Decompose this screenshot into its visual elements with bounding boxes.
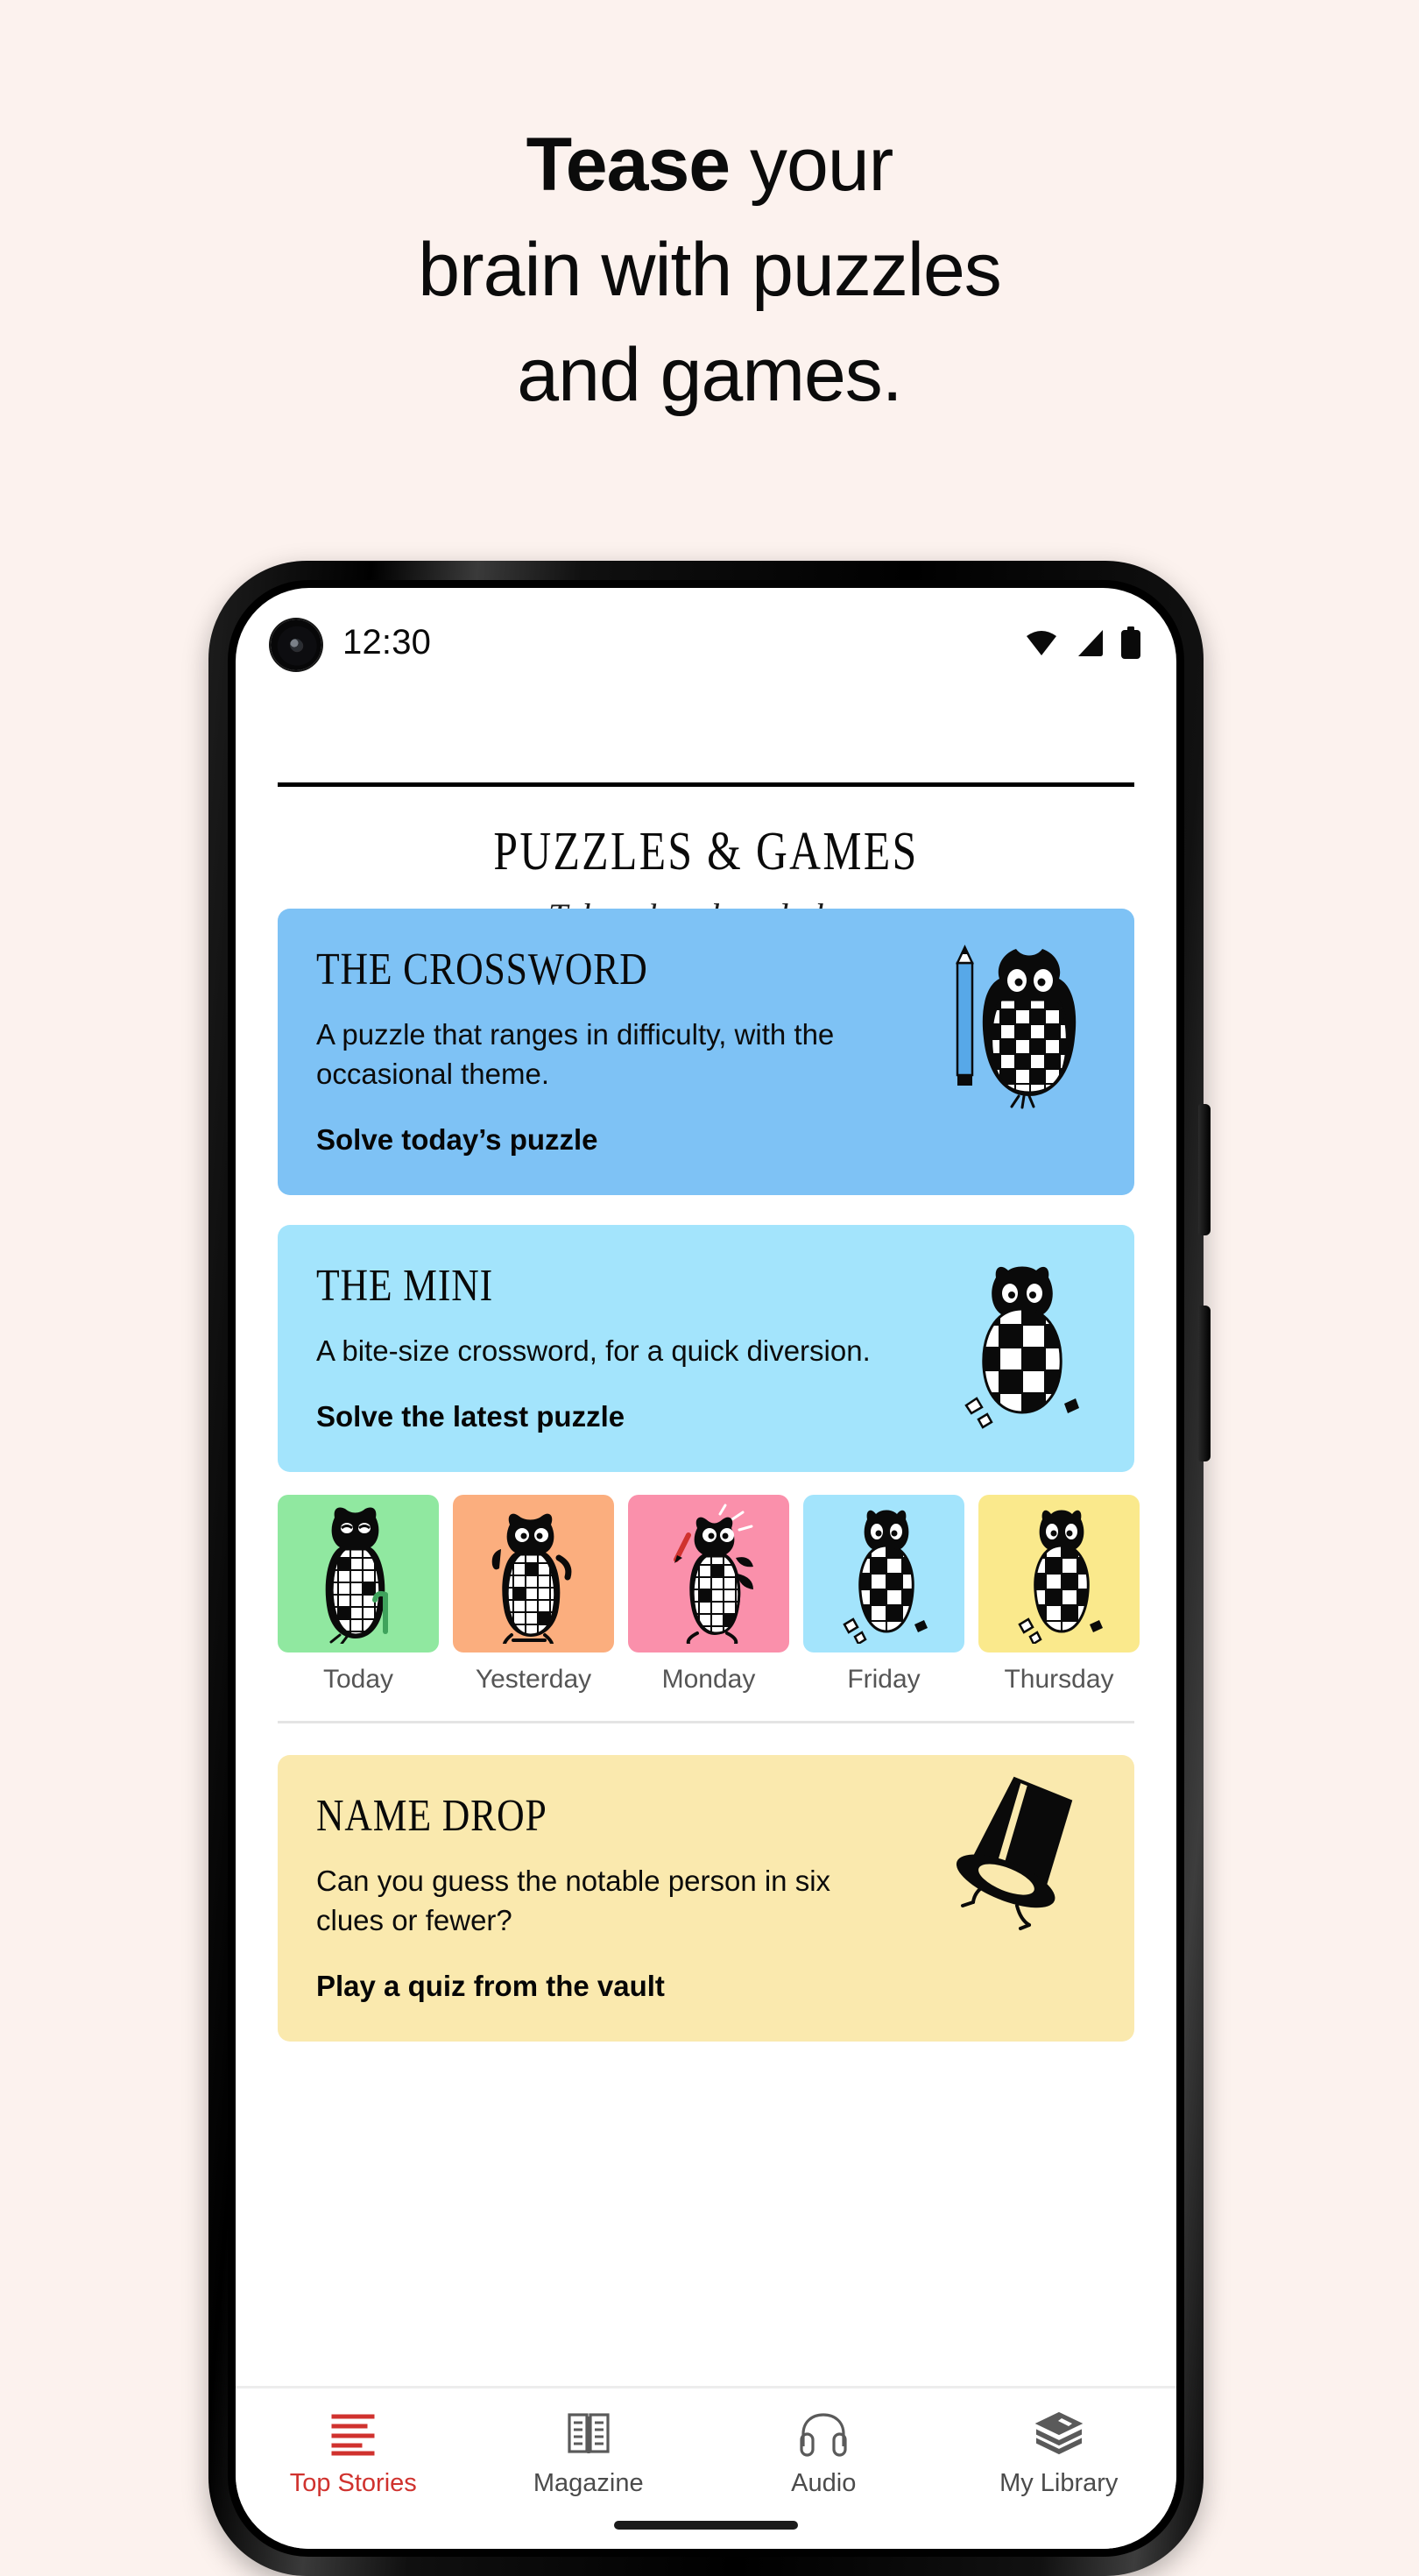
card-crossword-description: A puzzle that ranges in difficulty, with… [316,1018,835,1090]
owl-egg-icon [1018,1510,1103,1644]
masthead-rule [278,782,1134,787]
phone-bezel: 12:30 PUZZLES & GAMES THE CROSSWORD A pu… [228,580,1184,2557]
card-mini-description: A bite-size crossword, for a quick diver… [316,1334,871,1367]
archive-thumb-monday[interactable] [628,1495,789,1652]
hero-headline: Tease your brain with puzzles and games. [0,112,1419,428]
nav-label-audio: Audio [791,2469,857,2497]
archive-thumb-friday[interactable] [803,1495,964,1652]
page-title: PUZZLES & GAMES [493,822,919,881]
top-hat-icon [956,1776,1073,1930]
archive-item-monday[interactable]: Monday [628,1495,789,1695]
puzzle-archive-row: Today Yesterday Monday Friday Thursday [278,1495,1140,1695]
puzzles-content: THE CROSSWORD A puzzle that ranges in di… [236,909,1176,2042]
battery-icon [1121,626,1140,659]
hero-line-1: Tease your [0,112,1419,217]
hero-line-1-rest: your [730,123,893,207]
archive-item-friday[interactable]: Friday [803,1495,964,1695]
archive-item-yesterday[interactable]: Yesterday [453,1495,614,1695]
card-namedrop-cta[interactable]: Play a quiz from the vault [316,1970,1096,2003]
status-bar-icons [1024,626,1141,660]
nav-label-magazine: Magazine [533,2469,644,2497]
phone-device-frame: 12:30 PUZZLES & GAMES THE CROSSWORD A pu… [208,561,1211,2576]
card-namedrop[interactable]: NAME DROP Can you guess the notable pers… [278,1755,1134,2042]
nav-item-my-library[interactable]: My Library [942,2411,1177,2498]
archive-label-thursday: Thursday [1004,1665,1114,1694]
nav-label-my-library: My Library [999,2469,1119,2497]
nav-item-audio[interactable]: Audio [706,2411,942,2498]
card-crossword[interactable]: THE CROSSWORD A puzzle that ranges in di… [278,909,1134,1195]
owl-running-icon [491,1513,572,1644]
card-mini-title: THE MINI [316,1261,494,1311]
hero-line-2: brain with puzzles [418,228,1002,312]
owl-with-pencil-icon [956,945,1077,1109]
status-bar-clock: 12:30 [342,623,432,662]
books-stack-icon [1034,2411,1084,2455]
headphones-icon [800,2413,847,2457]
phone-screen: 12:30 PUZZLES & GAMES THE CROSSWORD A pu… [236,588,1176,2549]
book-icon [568,2413,610,2453]
nav-label-top-stories: Top Stories [289,2469,417,2497]
archive-item-today[interactable]: Today [278,1495,439,1695]
hero-word-bold: Tease [526,123,731,207]
archive-thumb-yesterday[interactable] [453,1495,614,1652]
status-bar: 12:30 [236,588,1176,702]
archive-label-yesterday: Yesterday [475,1665,592,1694]
home-indicator[interactable] [614,2521,798,2530]
nav-item-magazine[interactable]: Magazine [471,2411,707,2498]
card-namedrop-title: NAME DROP [316,1791,547,1841]
card-mini[interactable]: THE MINI A bite-size crossword, for a qu… [278,1225,1134,1472]
bottom-navigation-bar: Top Stories Magazine Audio My Library [236,2386,1176,2549]
front-camera-icon [271,619,321,670]
archive-thumb-today[interactable] [278,1495,439,1652]
owl-pencil-icon [674,1504,753,1644]
volume-button[interactable] [1198,1104,1211,1235]
owl-egg-icon [964,1266,1079,1429]
section-divider [278,1721,1134,1723]
owl-cane-icon [325,1507,388,1644]
archive-label-today: Today [322,1665,394,1694]
hero-line-3: and games. [517,333,902,417]
owl-egg-icon [843,1510,928,1644]
card-crossword-title: THE CROSSWORD [316,945,648,994]
cell-signal-icon [1078,630,1103,656]
archive-label-friday: Friday [847,1665,921,1694]
card-namedrop-description: Can you guess the notable person in six … [316,1865,831,1936]
nav-item-top-stories[interactable]: Top Stories [236,2411,471,2498]
lines-icon [331,2414,375,2456]
wifi-icon [1027,631,1056,655]
archive-thumb-thursday[interactable] [978,1495,1140,1652]
power-button[interactable] [1198,1306,1211,1461]
archive-item-thursday[interactable]: Thursday [978,1495,1140,1695]
card-crossword-cta[interactable]: Solve today’s puzzle [316,1123,1096,1157]
archive-label-monday: Monday [661,1665,756,1694]
